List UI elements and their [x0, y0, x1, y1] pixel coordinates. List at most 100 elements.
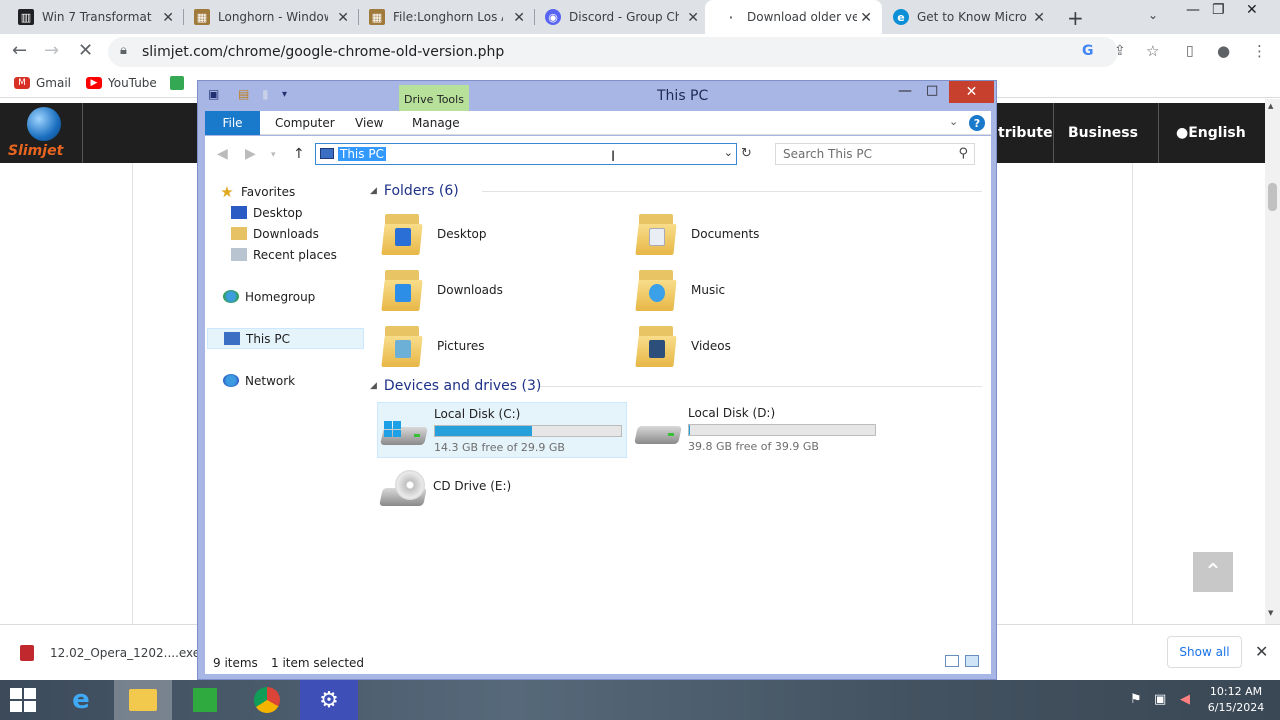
- close-download-shelf-icon[interactable]: ✕: [1255, 642, 1268, 661]
- new-tab-icon[interactable]: +: [1067, 6, 1084, 30]
- large-icons-view-icon[interactable]: [965, 655, 979, 667]
- file-explorer-window[interactable]: ▣ ▤ ▮ ▾ This PC — □ ✕ Drive Tools File C…: [197, 80, 997, 680]
- nav-link-business[interactable]: Business: [1068, 125, 1138, 141]
- settings-gear-icon[interactable]: ⚙: [300, 680, 358, 720]
- scroll-to-top-button[interactable]: ⌃: [1193, 552, 1233, 592]
- drive-local-disk-c[interactable]: Local Disk (C:) 14.3 GB free of 29.9 GB: [377, 402, 627, 458]
- nav-link-contribute[interactable]: tribute: [998, 125, 1053, 141]
- scroll-down-icon[interactable]: ▼: [1268, 609, 1273, 617]
- start-button[interactable]: [10, 688, 36, 712]
- refresh-icon[interactable]: ↻: [741, 146, 752, 161]
- page-scrollbar[interactable]: ▲ ▼: [1265, 99, 1280, 624]
- nav-homegroup[interactable]: Homegroup: [223, 286, 380, 307]
- address-bar[interactable]: This PC I ⌄: [315, 143, 737, 165]
- bookmark-youtube[interactable]: ▶ YouTube: [86, 76, 157, 90]
- close-window-button[interactable]: ✕: [949, 81, 994, 103]
- nav-label: Desktop: [253, 205, 303, 220]
- address-text[interactable]: This PC: [338, 147, 386, 161]
- nav-recent-places[interactable]: Recent places: [231, 244, 388, 265]
- close-tab-icon[interactable]: ✕: [337, 10, 349, 26]
- back-icon[interactable]: ←: [12, 40, 27, 61]
- up-icon[interactable]: ↑: [293, 146, 305, 162]
- tab-view[interactable]: View: [355, 111, 383, 135]
- selection-count: 1 item selected: [271, 656, 365, 670]
- browser-tab[interactable]: e Get to Know Micros ✕: [875, 0, 1055, 34]
- qat-dropdown-icon[interactable]: ▾: [282, 89, 287, 100]
- address-dropdown-icon[interactable]: ⌄: [724, 146, 733, 159]
- browser-tab[interactable]: ▥ Win 7 Transformatio ✕: [0, 0, 184, 34]
- search-input[interactable]: Search This PC ⚲: [775, 143, 975, 165]
- browser-tab-active[interactable]: · Download older vers ✕: [705, 0, 882, 34]
- close-tab-icon[interactable]: ✕: [687, 10, 699, 26]
- tab-file[interactable]: File: [205, 111, 260, 135]
- download-item[interactable]: 12.02_Opera_1202....exe: [50, 646, 200, 660]
- nav-this-pc[interactable]: This PC: [207, 328, 364, 349]
- close-tab-icon[interactable]: ✕: [860, 10, 872, 26]
- forward-icon[interactable]: →: [44, 40, 59, 61]
- side-panel-icon[interactable]: ▯: [1186, 43, 1194, 59]
- back-icon[interactable]: ◀: [217, 146, 228, 162]
- minimize-icon[interactable]: —: [1186, 2, 1200, 18]
- folder-desktop[interactable]: Desktop: [381, 208, 621, 258]
- bookmark-gmail[interactable]: M Gmail: [14, 76, 71, 90]
- browser-tab[interactable]: ▦ File:Longhorn Los Ar ✕: [351, 0, 535, 34]
- nav-downloads[interactable]: Downloads: [231, 223, 388, 244]
- folder-pictures[interactable]: Pictures: [381, 320, 621, 370]
- close-tab-icon[interactable]: ✕: [162, 10, 174, 26]
- file-explorer-icon[interactable]: [114, 680, 172, 720]
- restore-icon[interactable]: ❐: [1212, 2, 1225, 18]
- devices-group-header[interactable]: ◢ Devices and drives (3): [370, 376, 541, 396]
- nav-desktop[interactable]: Desktop: [231, 202, 388, 223]
- bookmark-star-icon[interactable]: ☆: [1146, 42, 1159, 60]
- folder-videos[interactable]: Videos: [635, 320, 875, 370]
- bookmark-icon[interactable]: [170, 76, 184, 90]
- taskbar-clock[interactable]: 10:12 AM 6/15/2024: [1200, 684, 1272, 716]
- folders-group-header[interactable]: ◢ Folders (6): [370, 181, 459, 201]
- close-tab-icon[interactable]: ✕: [1033, 10, 1045, 26]
- folder-downloads[interactable]: Downloads: [381, 264, 621, 314]
- details-view-icon[interactable]: [945, 655, 959, 667]
- browser-tab[interactable]: ◉ Discord - Group Cha ✕: [527, 0, 709, 34]
- nav-network[interactable]: Network: [223, 370, 380, 391]
- minimize-icon[interactable]: —: [898, 83, 912, 99]
- folder-music[interactable]: Music: [635, 264, 875, 314]
- network-icon[interactable]: ▣: [1154, 692, 1166, 707]
- show-all-button[interactable]: Show all: [1167, 636, 1242, 668]
- share-icon[interactable]: ⇪: [1114, 43, 1126, 59]
- tab-manage[interactable]: Manage: [412, 111, 460, 135]
- forward-icon[interactable]: ▶: [245, 146, 256, 162]
- scrollbar-thumb[interactable]: [1268, 183, 1277, 211]
- drive-cd-e[interactable]: CD Drive (E:): [377, 464, 627, 510]
- scroll-up-icon[interactable]: ▲: [1268, 102, 1273, 110]
- volume-muted-icon[interactable]: ◀: [1180, 692, 1190, 707]
- store-icon[interactable]: [176, 680, 234, 720]
- lock-icon[interactable]: 🔒︎: [120, 43, 127, 58]
- explorer-title-bar[interactable]: ▣ ▤ ▮ ▾ This PC — □ ✕: [198, 81, 996, 109]
- action-center-flag-icon[interactable]: ⚑: [1130, 692, 1142, 707]
- maximize-icon[interactable]: □: [926, 83, 938, 98]
- google-translate-icon[interactable]: G: [1082, 43, 1094, 59]
- menu-icon[interactable]: ⋮: [1252, 42, 1267, 60]
- language-selector[interactable]: ●English: [1176, 125, 1246, 141]
- new-folder-icon[interactable]: ▮: [262, 87, 269, 101]
- folder-documents[interactable]: Documents: [635, 208, 875, 258]
- close-window-icon[interactable]: ✕: [1246, 2, 1258, 18]
- properties-icon[interactable]: ▤: [238, 87, 249, 101]
- profile-icon[interactable]: ●: [1217, 42, 1230, 60]
- slimjet-logo[interactable]: Slimjet: [6, 105, 80, 161]
- drive-local-disk-d[interactable]: Local Disk (D:) 39.8 GB free of 39.9 GB: [632, 402, 882, 458]
- url-text[interactable]: slimjet.com/chrome/google-chrome-old-ver…: [142, 44, 504, 60]
- close-tab-icon[interactable]: ✕: [513, 10, 525, 26]
- chrome-icon[interactable]: [238, 680, 296, 720]
- tab-computer[interactable]: Computer: [275, 111, 335, 135]
- recent-locations-icon[interactable]: ▾: [271, 150, 276, 160]
- content-pane: ◢ Folders (6) Desktop Documents Download…: [370, 176, 988, 646]
- browser-tab[interactable]: ▦ Longhorn - Window ✕: [176, 0, 359, 34]
- internet-explorer-icon[interactable]: e: [52, 680, 110, 720]
- stop-icon[interactable]: ✕: [78, 40, 93, 61]
- help-icon[interactable]: ?: [969, 115, 985, 131]
- address-bar[interactable]: 🔒︎ slimjet.com/chrome/google-chrome-old-…: [108, 37, 1118, 67]
- tab-search-icon[interactable]: ⌄: [1148, 8, 1158, 22]
- expand-ribbon-icon[interactable]: ⌄: [949, 115, 958, 128]
- nav-favorites[interactable]: ★ Favorites: [219, 181, 376, 202]
